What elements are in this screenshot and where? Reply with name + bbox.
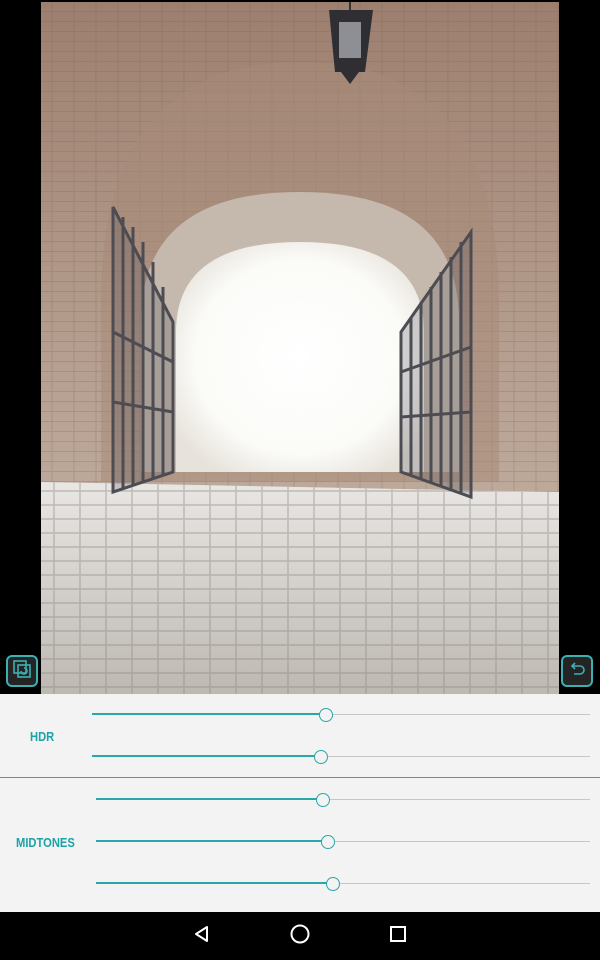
undo-button[interactable] (561, 655, 593, 687)
hdr-slider-2[interactable] (92, 750, 590, 764)
recents-square-icon (388, 924, 408, 949)
slider-thumb[interactable] (319, 708, 334, 722)
home-button[interactable] (288, 924, 312, 948)
slider-thumb[interactable] (316, 793, 331, 807)
home-circle-icon (289, 923, 311, 950)
hdr-label: HDR (30, 729, 55, 744)
adjustments-panel: HDR MIDTONES (0, 694, 600, 912)
compare-button[interactable] (6, 655, 38, 687)
edited-photo (41, 2, 559, 694)
midtones-slider-3[interactable] (96, 877, 590, 891)
slider-thumb[interactable] (326, 877, 341, 891)
undo-icon (567, 659, 587, 684)
midtones-slider-2[interactable] (96, 835, 590, 849)
hdr-slider-1[interactable] (92, 708, 590, 722)
midtones-slider-1[interactable] (96, 793, 590, 807)
section-divider (0, 777, 600, 778)
photo-area (0, 0, 600, 694)
back-triangle-icon (192, 924, 212, 949)
slider-thumb[interactable] (314, 750, 329, 764)
recents-button[interactable] (386, 924, 410, 948)
system-navigation-bar (0, 912, 600, 960)
compare-icon (12, 659, 32, 684)
slider-thumb[interactable] (321, 835, 336, 849)
midtones-label: MIDTONES (16, 835, 75, 850)
back-button[interactable] (190, 924, 214, 948)
